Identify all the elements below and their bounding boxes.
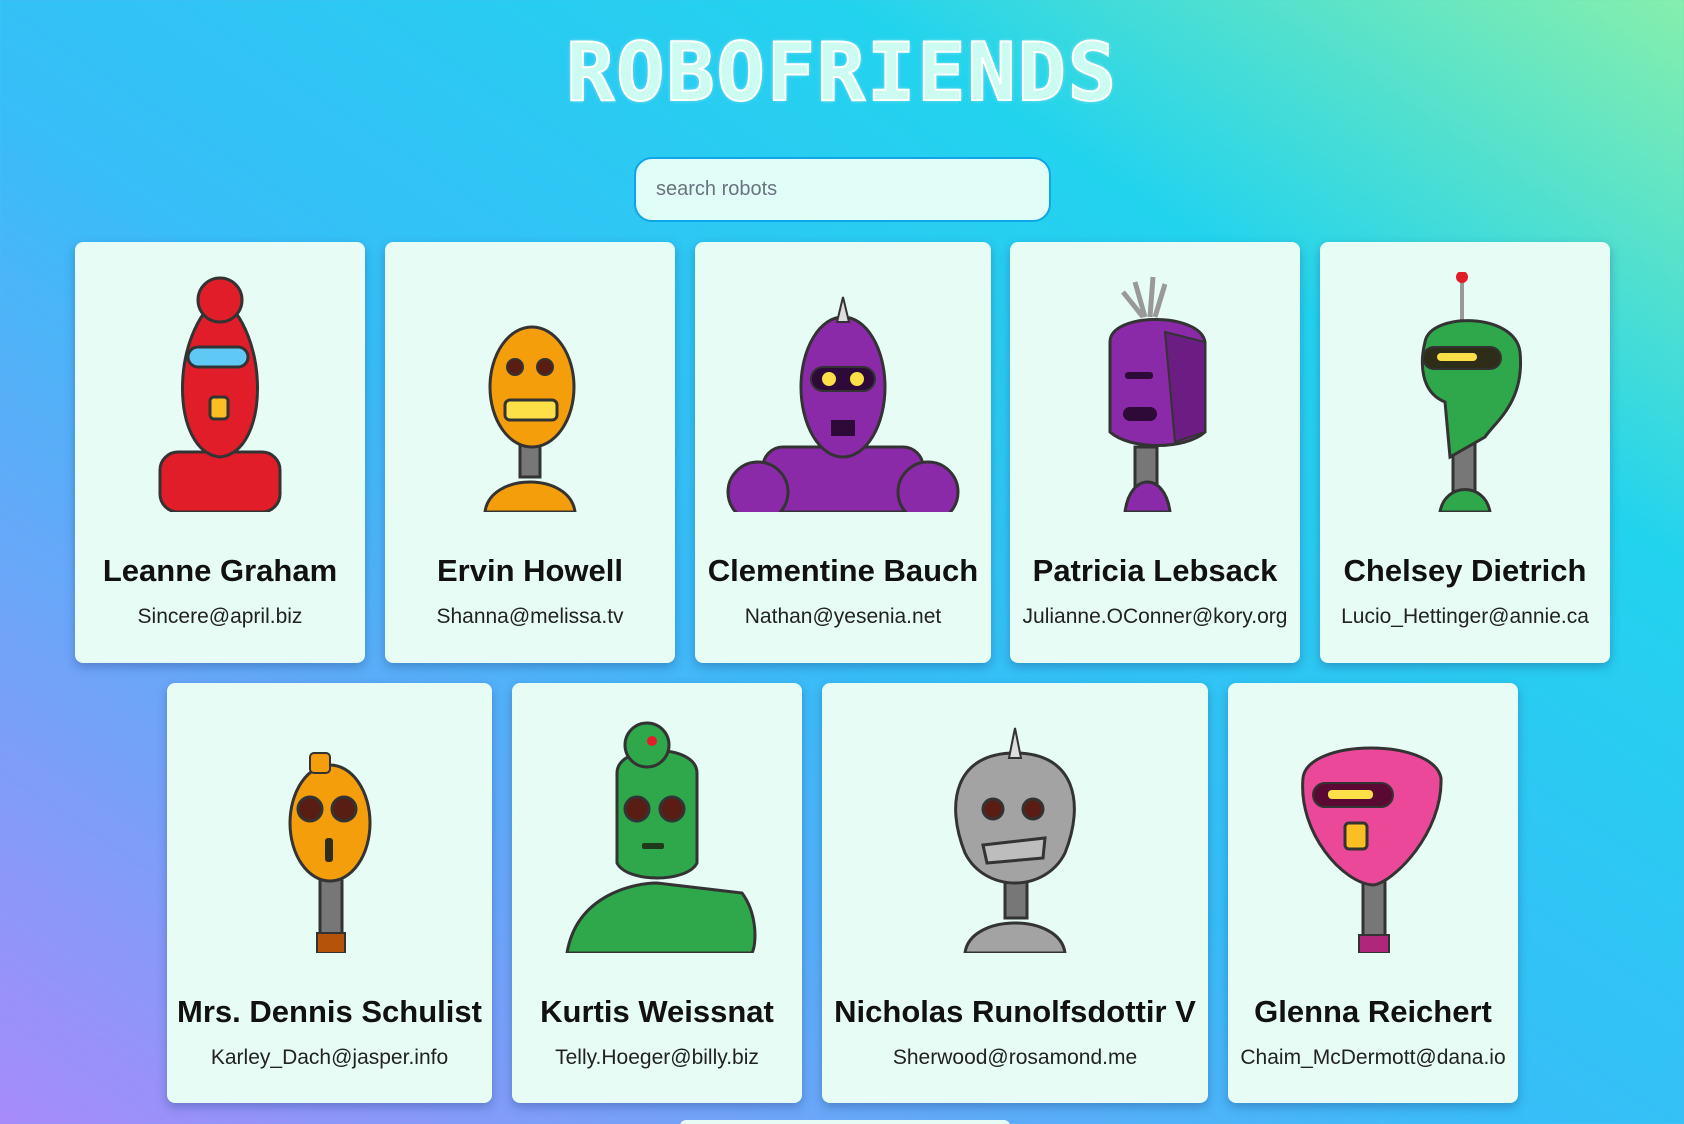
robot-avatar [822,713,1208,953]
robot-avatar [695,272,991,512]
robot-name: Clementine Bauch [707,553,979,588]
robot-card[interactable]: Mrs. Dennis Schulist Karley_Dach@jasper.… [167,683,492,1103]
robot-avatar [1228,713,1518,953]
robot-card[interactable]: Patricia Lebsack Julianne.OConner@kory.o… [1010,242,1300,663]
robot-email: Sincere@april.biz [137,605,303,628]
robot-name: Kurtis Weissnat [540,994,774,1029]
search-input[interactable] [634,157,1051,222]
robot-name: Chelsey Dietrich [1343,553,1587,588]
robot-email: Chaim_McDermott@dana.io [1240,1046,1506,1069]
robot-card[interactable]: Kurtis Weissnat Telly.Hoeger@billy.biz [512,683,802,1103]
robot-email: Sherwood@rosamond.me [892,1046,1138,1069]
robot-card[interactable]: Nicholas Runolfsdottir V Sherwood@rosamo… [822,683,1208,1103]
robot-card[interactable]: Chelsey Dietrich Lucio_Hettinger@annie.c… [1320,242,1610,663]
robot-avatar [385,272,675,512]
robot-email: Nathan@yesenia.net [744,605,942,628]
robot-name: Patricia Lebsack [1032,553,1278,588]
robot-name: Nicholas Runolfsdottir V [834,994,1196,1029]
robot-avatar [167,713,492,953]
robot-name: Mrs. Dennis Schulist [177,994,482,1029]
robot-avatar [75,272,365,512]
robot-email: Julianne.OConner@kory.org [1022,605,1288,628]
robot-card[interactable]: Leanne Graham Sincere@april.biz [75,242,365,663]
robot-name: Glenna Reichert [1254,994,1492,1029]
robot-card[interactable]: Clementine Bauch Nathan@yesenia.net [695,242,991,663]
robot-avatar [1010,272,1300,512]
robot-name: Leanne Graham [102,553,338,588]
robot-name: Ervin Howell [436,553,624,588]
robot-email: Shanna@melissa.tv [436,605,624,628]
app-title: ROBOFRIENDS [565,26,1118,119]
robot-avatar [512,713,802,953]
robot-avatar [1320,272,1610,512]
robot-email: Karley_Dach@jasper.info [210,1046,449,1069]
robot-email: Lucio_Hettinger@annie.ca [1341,605,1589,628]
next-row-card-edge [680,1120,1010,1124]
robot-card[interactable]: Ervin Howell Shanna@melissa.tv [385,242,675,663]
robot-card[interactable]: Glenna Reichert Chaim_McDermott@dana.io [1228,683,1518,1103]
robot-email: Telly.Hoeger@billy.biz [555,1046,759,1069]
